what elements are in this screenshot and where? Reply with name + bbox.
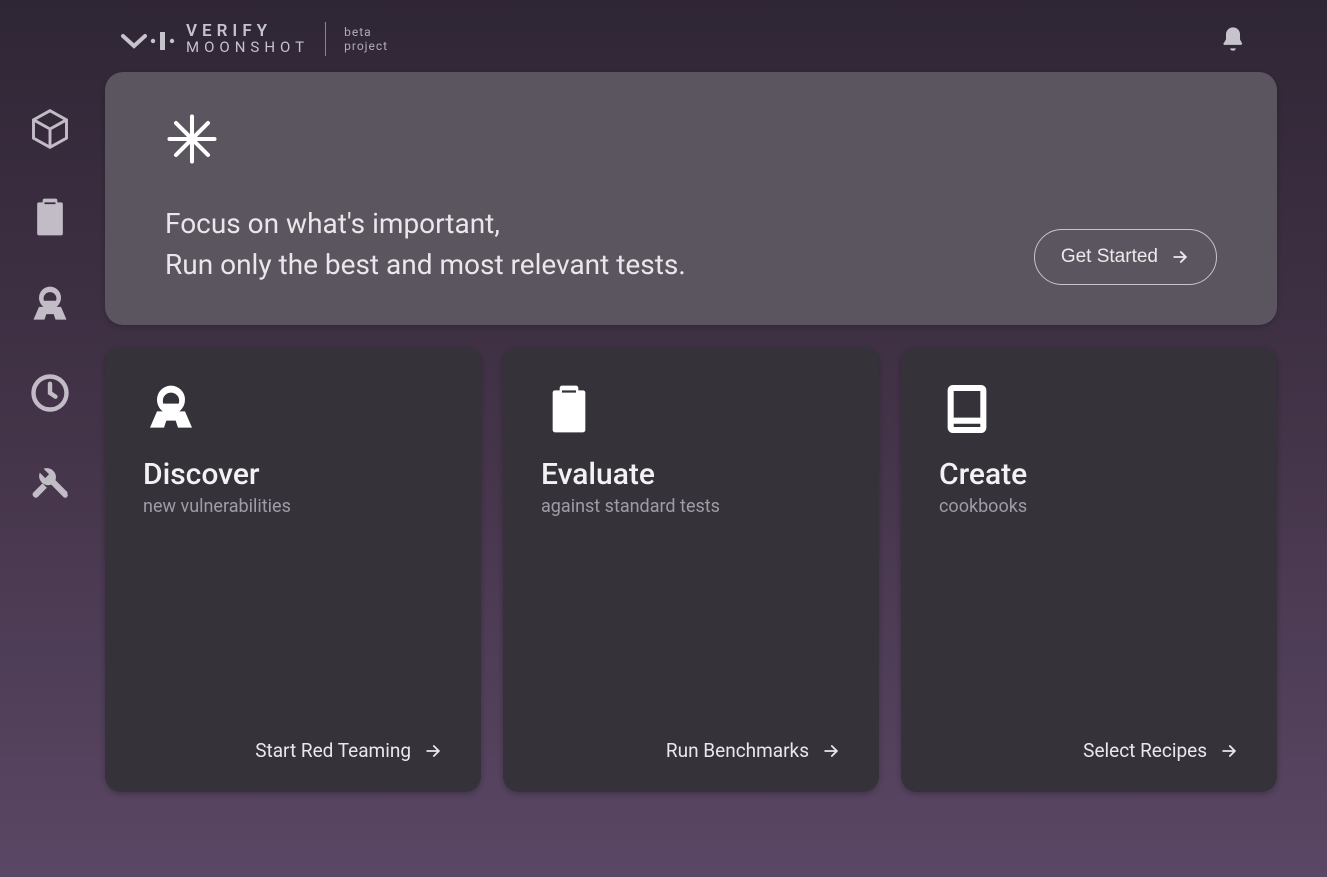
card-subtitle: against standard tests <box>541 496 841 517</box>
logo-mark-icon <box>120 24 176 54</box>
cards-row: Discover new vulnerabilities Start Red T… <box>105 347 1277 792</box>
logo-line-2: MOONSHOT <box>186 40 309 55</box>
header: VERIFY MOONSHOT beta project <box>0 0 1327 72</box>
cube-icon[interactable] <box>26 105 74 153</box>
select-recipes-link[interactable]: Select Recipes <box>1083 739 1239 762</box>
card-title: Create <box>939 457 1239 492</box>
logo-text: VERIFY MOONSHOT <box>186 23 309 55</box>
sidebar <box>0 95 100 505</box>
card-discover: Discover new vulnerabilities Start Red T… <box>105 347 481 792</box>
arrow-right-icon <box>1170 247 1190 267</box>
notifications-icon[interactable] <box>1219 25 1247 53</box>
arrow-right-icon <box>423 741 443 761</box>
hero-line-1: Focus on what's important, <box>165 204 686 245</box>
run-benchmarks-link[interactable]: Run Benchmarks <box>666 739 841 762</box>
card-title: Evaluate <box>541 457 841 492</box>
hero-card: Focus on what's important, Run only the … <box>105 72 1277 325</box>
arrow-right-icon <box>821 741 841 761</box>
astronaut-icon <box>143 381 443 437</box>
hero-text: Focus on what's important, Run only the … <box>165 204 686 285</box>
card-subtitle: cookbooks <box>939 496 1239 517</box>
tools-icon[interactable] <box>26 457 74 505</box>
divider <box>325 22 326 56</box>
hero-line-2: Run only the best and most relevant test… <box>165 245 686 286</box>
history-icon[interactable] <box>26 369 74 417</box>
sparkle-icon <box>165 112 686 170</box>
logo[interactable]: VERIFY MOONSHOT beta project <box>120 22 388 56</box>
astronaut-icon[interactable] <box>26 281 74 329</box>
start-red-teaming-link[interactable]: Start Red Teaming <box>255 739 443 762</box>
card-create: Create cookbooks Select Recipes <box>901 347 1277 792</box>
beta-badge: beta project <box>344 25 388 54</box>
clipboard-checklist-icon <box>541 381 841 437</box>
arrow-right-icon <box>1219 741 1239 761</box>
book-icon <box>939 381 1239 437</box>
clipboard-checklist-icon[interactable] <box>26 193 74 241</box>
main: Focus on what's important, Run only the … <box>105 72 1277 792</box>
card-evaluate: Evaluate against standard tests Run Benc… <box>503 347 879 792</box>
card-subtitle: new vulnerabilities <box>143 496 443 517</box>
card-title: Discover <box>143 457 443 492</box>
get-started-button[interactable]: Get Started <box>1034 229 1217 285</box>
